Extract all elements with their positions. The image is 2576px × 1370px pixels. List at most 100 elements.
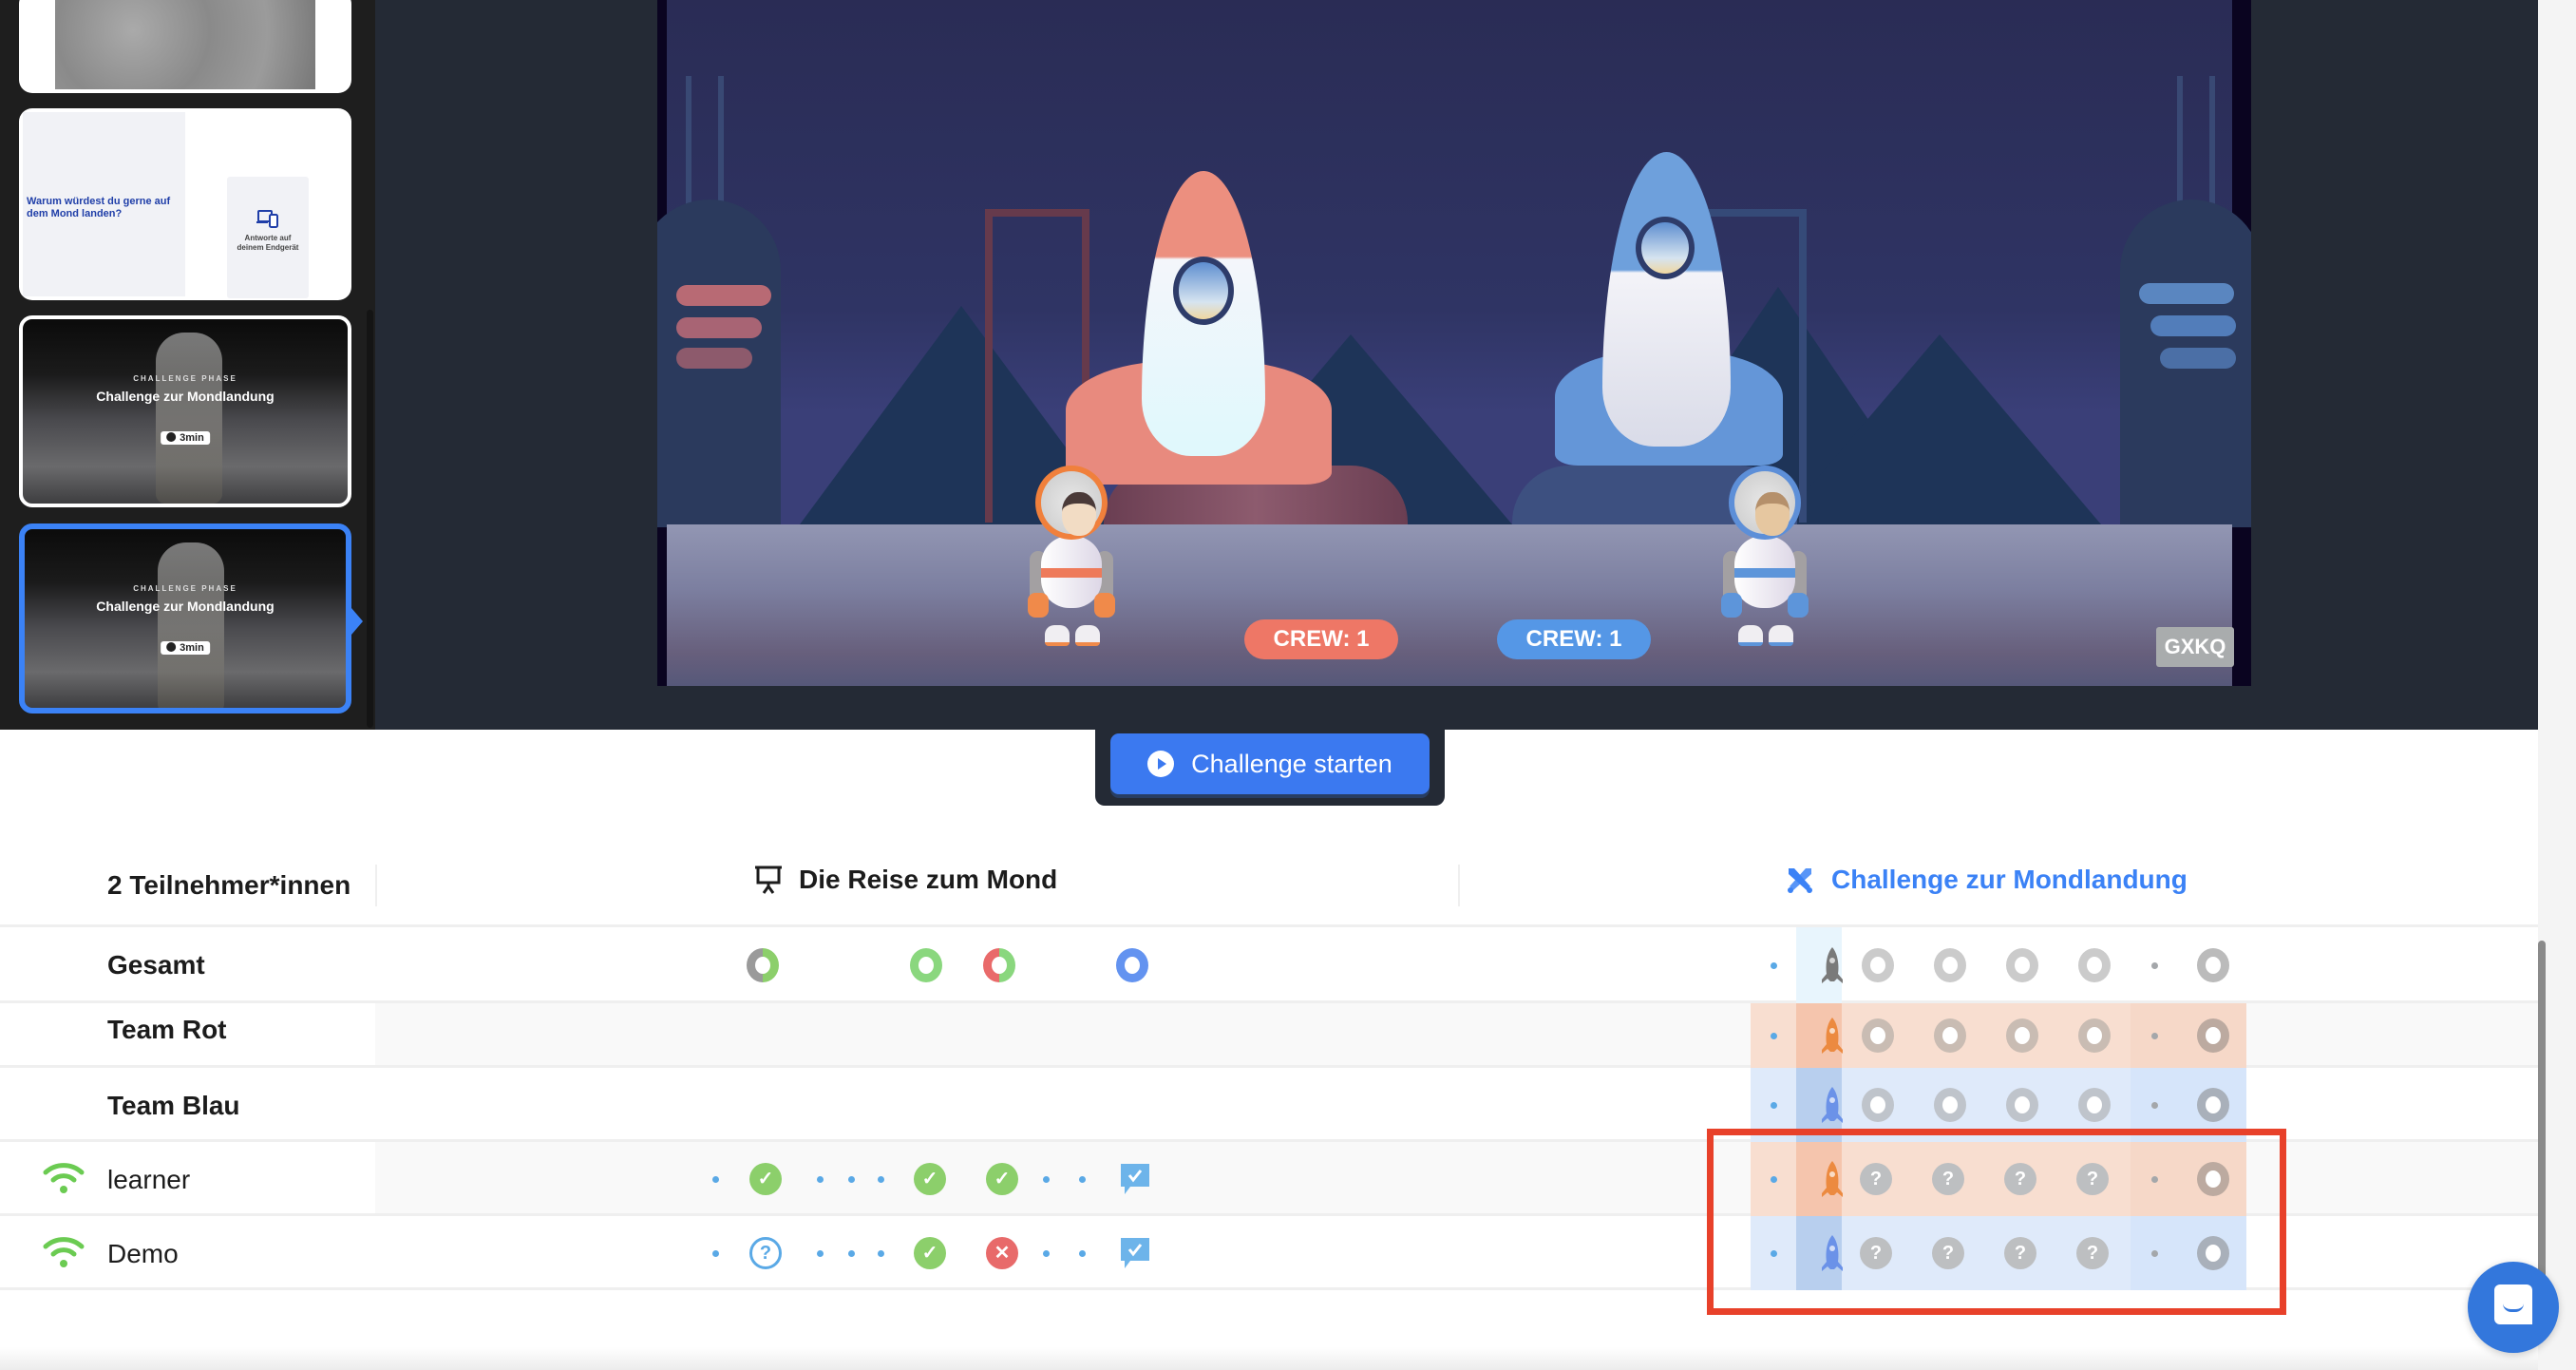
- step-dot: [1771, 962, 1777, 969]
- step-dot: [878, 1176, 884, 1183]
- astronaut-team-blue: [1721, 456, 1809, 656]
- slide-question-text: Warum würdest du gerne auf dem Mond land…: [27, 196, 171, 219]
- chat-icon: [2494, 1284, 2532, 1324]
- challenge-progress-donut: [2197, 1236, 2229, 1270]
- step-dot: [848, 1250, 855, 1257]
- stage-area: Warum würdest du gerne auf dem Mond land…: [0, 0, 2538, 730]
- challenge-progress-donut: [1862, 948, 1894, 982]
- slide-sidebar: Warum würdest du gerne auf dem Mond land…: [0, 0, 375, 730]
- room-code: GXKQ: [2156, 627, 2234, 667]
- slide-phase-label: CHALLENGE PHASE: [133, 584, 237, 593]
- summary-donut: [747, 948, 779, 982]
- step-dot: [2151, 1033, 2158, 1039]
- unknown-status-icon: ?: [2076, 1237, 2109, 1269]
- step-dot: [1771, 1176, 1777, 1183]
- challenge-progress-donut: [2006, 948, 2038, 982]
- clock-icon: [166, 642, 177, 652]
- astronaut-photo: [156, 333, 222, 504]
- challenge-progress-donut: [1934, 948, 1966, 982]
- table-header: 2 Teilnehmer*innen Die Reise zum Mond Ch…: [0, 836, 2538, 927]
- start-challenge-label: Challenge starten: [1191, 749, 1392, 778]
- moon-ground: [667, 524, 2232, 686]
- feedback-submitted-icon: [1121, 1164, 1149, 1194]
- answer-card: Antworte auf deinem Endgerät: [227, 177, 309, 298]
- slide-phase-label: CHALLENGE PHASE: [133, 374, 237, 383]
- sidebar-scrollbar[interactable]: [367, 310, 373, 728]
- table-scrollbar[interactable]: [2538, 941, 2546, 1292]
- column-presentation[interactable]: Die Reise zum Mond: [755, 865, 1057, 895]
- astronaut-belt: [1734, 568, 1795, 578]
- slide-title: Challenge zur Mondlandung: [96, 599, 275, 614]
- support-chat-button[interactable]: [2468, 1262, 2559, 1353]
- challenge-progress-donut: [2078, 1088, 2111, 1122]
- astronaut-glove: [1094, 593, 1115, 618]
- challenge-progress-donut: [2078, 948, 2111, 982]
- blue-rocket-window: [1636, 217, 1695, 279]
- slide-title: Challenge zur Mondlandung: [96, 389, 275, 404]
- unknown-status-icon: ?: [1860, 1237, 1892, 1269]
- challenge-progress-donut: [2197, 1018, 2229, 1053]
- app: Warum würdest du gerne auf dem Mond land…: [0, 0, 2576, 1370]
- row-label: Team Rot: [107, 1015, 227, 1044]
- unknown-status-icon: ?: [2004, 1163, 2036, 1195]
- step-dot: [2151, 1102, 2158, 1109]
- column-challenge-title: Challenge zur Mondlandung: [1831, 865, 2188, 894]
- slide-thumbnail-question[interactable]: Warum würdest du gerne auf dem Mond land…: [19, 108, 351, 300]
- row-label: Gesamt: [107, 950, 205, 980]
- challenge-progress-donut: [1934, 1088, 1966, 1122]
- step-dot: [817, 1176, 824, 1183]
- step-dot: [1771, 1102, 1777, 1109]
- mountain: [1778, 334, 2101, 524]
- row-label: Team Blau: [107, 1091, 240, 1120]
- challenge-progress-donut: [1862, 1018, 1894, 1053]
- crew-count-blue: CREW: 1: [1497, 619, 1651, 659]
- column-challenge[interactable]: Challenge zur Mondlandung: [1786, 865, 2188, 895]
- step-dot: [712, 1176, 719, 1183]
- slide-thumbnail-moon-map[interactable]: [19, 0, 351, 93]
- moon-map-image: [55, 0, 315, 89]
- astronaut-photo: [158, 542, 224, 708]
- duration-badge: 3min: [161, 431, 210, 445]
- unanswered-icon: ?: [749, 1237, 782, 1269]
- participant-name: learner: [107, 1165, 191, 1194]
- step-dot: [2151, 962, 2158, 969]
- astronaut-glove: [1028, 593, 1049, 618]
- hangar-stripe: [676, 348, 752, 369]
- devices-icon: [256, 209, 279, 228]
- unknown-status-icon: ?: [1932, 1237, 1964, 1269]
- column-presentation-title: Die Reise zum Mond: [799, 865, 1058, 894]
- correct-answer-icon: ✓: [914, 1237, 946, 1269]
- challenge-progress-donut: [2078, 1018, 2111, 1053]
- selected-slide-pointer: [351, 608, 363, 635]
- hangar-stripe: [2139, 283, 2234, 304]
- step-dot: [878, 1250, 884, 1257]
- astronaut-helmet: [1035, 466, 1108, 540]
- wrong-answer-icon: ✕: [986, 1237, 1018, 1269]
- hangar-stripe: [2150, 315, 2236, 336]
- duration-badge: 3min: [161, 641, 210, 655]
- rocket-icon: [1822, 947, 1843, 983]
- summary-donut: [1116, 948, 1148, 982]
- presentation-icon: [755, 866, 782, 894]
- start-challenge-button[interactable]: Challenge starten: [1110, 733, 1430, 794]
- correct-answer-icon: ✓: [749, 1163, 782, 1195]
- slide-thumbnail-challenge-selected[interactable]: CHALLENGE PHASE Challenge zur Mondlandun…: [19, 523, 351, 714]
- bottom-shadow: [0, 1347, 2538, 1370]
- challenge-progress-donut: [2197, 948, 2229, 982]
- step-dot: [2151, 1176, 2158, 1183]
- correct-answer-icon: ✓: [986, 1163, 1018, 1195]
- astronaut-glove: [1721, 593, 1742, 618]
- duration-value: 3min: [180, 642, 204, 654]
- unknown-status-icon: ?: [1860, 1163, 1892, 1195]
- slide-thumbnail-challenge[interactable]: CHALLENGE PHASE Challenge zur Mondlandun…: [19, 315, 351, 507]
- column-divider: [375, 865, 377, 906]
- astronaut-team-red: [1028, 456, 1115, 656]
- step-dot: [817, 1250, 824, 1257]
- astronaut-foot: [1045, 625, 1070, 646]
- challenge-progress-donut: [2006, 1088, 2038, 1122]
- rocket-icon: [1822, 1018, 1843, 1054]
- step-dot: [848, 1176, 855, 1183]
- red-rocket-window: [1173, 257, 1234, 325]
- summary-donut: [983, 948, 1015, 982]
- challenge-progress-donut: [2197, 1162, 2229, 1196]
